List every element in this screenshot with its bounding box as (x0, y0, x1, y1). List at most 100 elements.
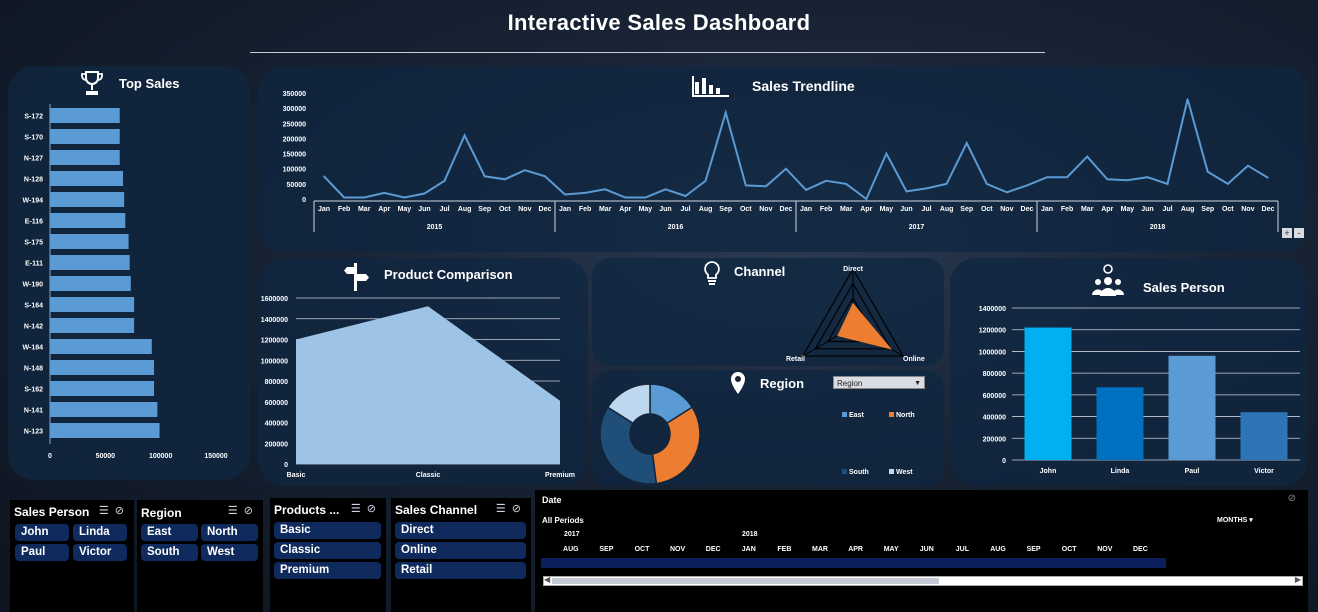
timeline-month[interactable]: APR (838, 546, 874, 553)
scroll-right-icon[interactable]: ▶ (1295, 575, 1301, 584)
slicer-item-online[interactable]: Online (395, 542, 526, 559)
timeline-month[interactable]: NOV (1087, 546, 1123, 553)
slicer-region-title: Region (141, 506, 182, 520)
expand-button[interactable]: + (1282, 228, 1292, 238)
timeline-month[interactable]: AUG (553, 546, 589, 553)
multi-select-icon[interactable]: ☰ (99, 505, 115, 517)
month-label: Jan (800, 206, 812, 213)
timeline-month[interactable]: MAY (873, 546, 909, 553)
slicer-item-basic[interactable]: Basic (274, 522, 381, 539)
month-label: Apr (619, 206, 631, 213)
timeline-month[interactable]: OCT (624, 546, 660, 553)
clear-filter-icon[interactable]: ⊘ (1288, 493, 1296, 504)
month-label: Nov (518, 206, 531, 213)
timeline-month[interactable]: SEP (1016, 546, 1052, 553)
x-tick-label: Classic (416, 472, 441, 479)
timeline-period: All Periods (542, 516, 584, 525)
slicer-item-linda[interactable]: Linda (73, 524, 127, 541)
slicer-item-north[interactable]: North (201, 524, 258, 541)
slicer-item-retail[interactable]: Retail (395, 562, 526, 579)
data-point (724, 111, 727, 114)
slicer-item-east[interactable]: East (141, 524, 198, 541)
timeline-scrollbar[interactable]: ◀ ▶ (543, 575, 1303, 586)
legend-swatch (889, 469, 894, 474)
data-point (925, 187, 928, 190)
y-tick-label: 50000 (287, 182, 307, 189)
data-point (363, 196, 366, 199)
timeline-month[interactable]: SEP (589, 546, 625, 553)
multi-select-icon[interactable]: ☰ (351, 503, 367, 515)
category-label: N-128 (24, 177, 43, 184)
year-label: 2017 (909, 224, 925, 231)
y-tick-label: 1400000 (261, 317, 288, 324)
timeline-month[interactable]: JUL (945, 546, 981, 553)
data-point (1267, 177, 1269, 179)
clear-filter-icon[interactable]: ⊘ (115, 505, 130, 517)
data-point (805, 189, 807, 191)
sales-trend-panel: Sales Trendline 0 50000 100000 150000 200000… (258, 66, 1308, 252)
timeline-month[interactable]: JUN (909, 546, 945, 553)
axis-label-direct: Direct (843, 266, 864, 273)
data-point (865, 198, 868, 200)
slicer-item-john[interactable]: John (15, 524, 69, 541)
month-label: Feb (579, 206, 591, 213)
timeline-track[interactable] (541, 558, 1166, 568)
month-label: Oct (1222, 206, 1234, 213)
slicer-item-victor[interactable]: Victor (73, 544, 127, 561)
slicer-item-west[interactable]: West (201, 544, 258, 561)
slicer-item-classic[interactable]: Classic (274, 542, 381, 559)
data-point (664, 188, 667, 191)
slicer-item-premium[interactable]: Premium (274, 562, 381, 579)
bar-E-116 (50, 213, 126, 228)
month-label: Sep (478, 206, 491, 213)
bar-linda (1096, 387, 1144, 460)
scroll-left-icon[interactable]: ◀ (544, 575, 550, 584)
timeline-month[interactable]: DEC (1123, 546, 1159, 553)
data-point (1026, 184, 1028, 187)
timeline-month[interactable]: DEC (695, 546, 731, 553)
timeline-month[interactable]: OCT (1051, 546, 1087, 553)
clear-filter-icon[interactable]: ⊘ (512, 503, 527, 515)
top-sales-panel: Top Sales S-172 S-170 N-127 N-128 W-194 E-116… (8, 66, 250, 480)
timeline-month[interactable]: AUG (980, 546, 1016, 553)
multi-select-icon[interactable]: ☰ (496, 503, 512, 515)
bar-S-175 (50, 234, 129, 249)
slicer-item-direct[interactable]: Direct (395, 522, 526, 539)
data-point (544, 175, 546, 178)
y-tick-label: 350000 (283, 91, 306, 98)
category-label: N-142 (24, 324, 43, 331)
data-point (463, 134, 466, 137)
y-tick-label: 100000 (283, 167, 306, 174)
legend-swatch (889, 412, 894, 417)
axis-label-online: Online (903, 356, 925, 363)
x-tick-label: Victor (1254, 468, 1274, 475)
data-point (524, 169, 526, 172)
timeline-unit-selector[interactable]: MONTHS ▾ (1217, 516, 1253, 524)
timeline-month[interactable]: JAN (731, 546, 767, 553)
timeline-month[interactable]: FEB (767, 546, 803, 553)
slicer-item-paul[interactable]: Paul (15, 544, 69, 561)
y-tick-label: 400000 (265, 421, 288, 428)
multi-select-icon[interactable]: ☰ (228, 505, 244, 517)
data-point (1126, 179, 1129, 182)
slicer-item-south[interactable]: South (141, 544, 198, 561)
timeline-scroll-thumb[interactable] (552, 578, 940, 584)
timeline-month[interactable]: MAR (802, 546, 838, 553)
data-point (503, 178, 506, 181)
month-label: Apr (860, 206, 872, 213)
data-point (744, 184, 747, 187)
category-label: W-184 (23, 345, 44, 352)
clear-filter-icon[interactable]: ⊘ (244, 505, 259, 517)
channel-radar-chart: Direct Online Retail (786, 266, 925, 363)
data-point (1247, 164, 1249, 167)
category-label: N-123 (24, 429, 43, 436)
collapse-button[interactable]: - (1294, 228, 1304, 238)
data-point (985, 183, 988, 185)
y-tick-label: 250000 (283, 121, 306, 128)
legend-label: North (896, 412, 915, 419)
clear-filter-icon[interactable]: ⊘ (367, 503, 382, 515)
timeline-month[interactable]: NOV (660, 546, 696, 553)
bar-S-172 (50, 108, 120, 123)
month-label: Jan (559, 206, 571, 213)
data-point (1006, 191, 1008, 194)
